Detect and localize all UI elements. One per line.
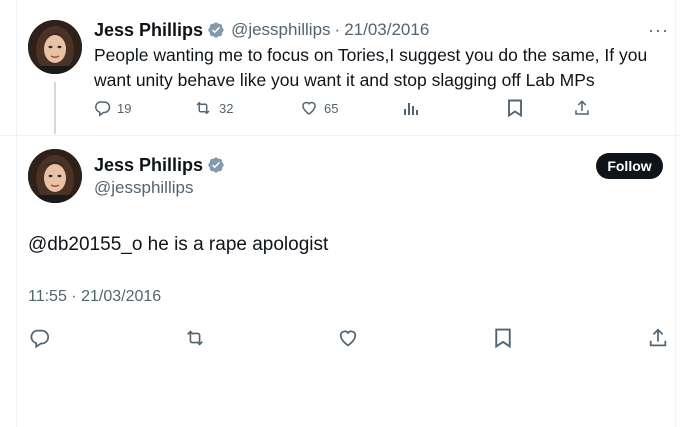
views-button[interactable] (403, 100, 419, 116)
avatar[interactable] (28, 149, 82, 203)
like-button[interactable]: 65 (300, 99, 338, 117)
views-icon (404, 103, 418, 115)
tweet-time: 11:55 (28, 288, 67, 305)
heart-icon (302, 101, 316, 115)
separator: · (71, 288, 77, 305)
author-name-row: Jess Phillips (94, 153, 225, 177)
tweet-timestamp[interactable]: 11:55 · 21/03/2016 (28, 288, 161, 306)
retweet-count: 32 (219, 100, 234, 116)
retweet-icon (196, 101, 210, 115)
author-name[interactable]: Jess Phillips (94, 155, 203, 176)
tweet-text: @db20155_o he is a rape apologist (28, 234, 329, 255)
divider (0, 135, 680, 136)
share-icon (575, 100, 589, 115)
share-icon (649, 328, 667, 347)
retweet-button[interactable] (183, 327, 207, 349)
tweet-text: People wanting me to focus on Tories,I s… (94, 45, 648, 90)
tweet-thread: Jess Phillips @jessphillips · 21/03/2016… (0, 0, 680, 427)
thread-connector (54, 82, 56, 134)
bookmark-icon (508, 99, 522, 117)
reply-button[interactable] (28, 327, 50, 349)
author-name[interactable]: Jess Phillips (94, 20, 203, 41)
tweet-date: 21/03/2016 (81, 288, 162, 305)
tweet-date[interactable]: 21/03/2016 (344, 20, 429, 40)
retweet-button[interactable]: 32 (193, 99, 233, 117)
author-handle[interactable]: @jessphillips (231, 20, 330, 40)
reply-icon (30, 329, 50, 349)
author-handle[interactable]: @jessphillips (94, 178, 193, 198)
avatar[interactable] (28, 20, 82, 74)
reply-icon (95, 101, 111, 117)
more-options-icon[interactable]: ··· (648, 20, 669, 41)
reply-button[interactable]: 19 (93, 99, 131, 117)
tweet-header: Jess Phillips @jessphillips · 21/03/2016 (94, 18, 429, 42)
verified-badge-icon (207, 21, 225, 39)
heart-icon (339, 330, 357, 347)
share-button[interactable] (647, 327, 669, 349)
bookmark-icon (495, 328, 511, 349)
separator: · (334, 20, 341, 39)
parent-tweet[interactable]: Jess Phillips @jessphillips · 21/03/2016… (0, 0, 680, 135)
like-count: 65 (324, 100, 339, 116)
bookmark-button[interactable] (507, 99, 523, 117)
verified-badge-icon (207, 156, 225, 174)
follow-button[interactable]: Follow (596, 153, 663, 179)
like-button[interactable] (337, 327, 359, 349)
reply-count: 19 (117, 100, 132, 116)
bookmark-button[interactable] (494, 327, 512, 349)
retweet-icon (187, 330, 203, 346)
share-button[interactable] (573, 99, 591, 117)
